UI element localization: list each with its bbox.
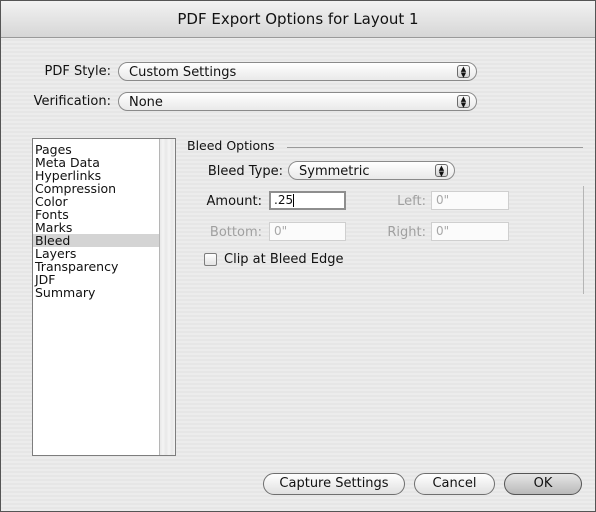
up-down-arrows-icon: ▲ ▼ bbox=[435, 164, 448, 178]
verification-label: Verification: bbox=[33, 94, 111, 109]
capture-settings-button[interactable]: Capture Settings bbox=[263, 473, 405, 495]
category-list[interactable]: Pages Meta Data Hyperlinks Compression C… bbox=[32, 138, 176, 456]
right-label: Right: bbox=[387, 225, 426, 240]
left-field[interactable]: 0" bbox=[431, 191, 509, 210]
category-list-scrollbar[interactable] bbox=[159, 139, 175, 455]
cancel-button[interactable]: Cancel bbox=[414, 473, 495, 495]
bottom-label: Bottom: bbox=[209, 225, 262, 240]
pdf-style-popup[interactable]: Custom Settings ▲ ▼ bbox=[118, 62, 477, 81]
clip-at-bleed-edge-label[interactable]: Clip at Bleed Edge bbox=[224, 252, 344, 267]
amount-label: Amount: bbox=[206, 194, 262, 209]
up-down-arrows-icon: ▲ ▼ bbox=[457, 95, 470, 109]
up-down-arrows-icon: ▲ ▼ bbox=[457, 65, 470, 79]
amount-field[interactable]: .25 bbox=[269, 191, 346, 210]
pdf-style-label: PDF Style: bbox=[44, 64, 112, 79]
bleed-type-value: Symmetric bbox=[299, 164, 370, 179]
right-field[interactable]: 0" bbox=[431, 222, 509, 241]
left-label: Left: bbox=[397, 194, 426, 209]
verification-value: None bbox=[129, 95, 163, 110]
bleed-options-group-title: Bleed Options bbox=[187, 138, 275, 153]
category-item-summary[interactable]: Summary bbox=[33, 286, 159, 299]
bleed-type-popup[interactable]: Symmetric ▲ ▼ bbox=[288, 161, 455, 180]
pdf-style-value: Custom Settings bbox=[129, 65, 237, 80]
clip-at-bleed-edge-checkbox[interactable] bbox=[204, 253, 217, 266]
bottom-field[interactable]: 0" bbox=[269, 222, 346, 241]
text-caret bbox=[293, 194, 295, 207]
group-divider bbox=[287, 147, 583, 148]
group-right-border bbox=[583, 186, 584, 294]
bleed-type-label: Bleed Type: bbox=[207, 164, 283, 179]
ok-button[interactable]: OK bbox=[504, 473, 582, 495]
window-title: PDF Export Options for Layout 1 bbox=[1, 1, 595, 38]
verification-popup[interactable]: None ▲ ▼ bbox=[118, 92, 477, 111]
amount-value: .25 bbox=[274, 193, 294, 207]
pdf-export-dialog: PDF Export Options for Layout 1 PDF Styl… bbox=[0, 0, 596, 512]
